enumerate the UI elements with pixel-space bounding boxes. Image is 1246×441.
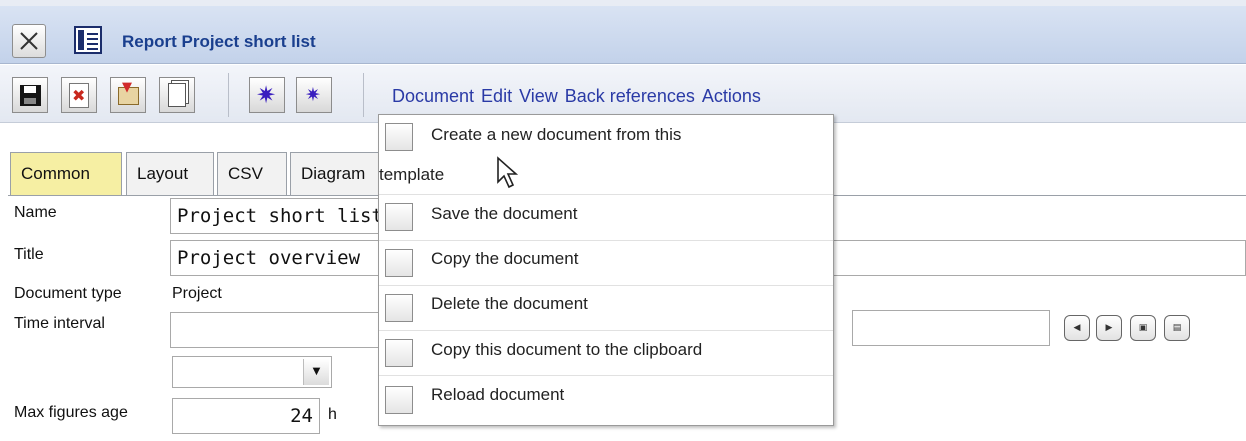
collapse-icon: ✷: [305, 84, 321, 106]
close-icon: [20, 32, 38, 50]
toolbar-separator: [363, 73, 364, 117]
close-button[interactable]: [12, 24, 46, 58]
menu-back-references[interactable]: Back references: [565, 86, 695, 106]
menu-item-copy[interactable]: Copy the document: [379, 241, 833, 286]
menu-item-label: Create a new document from this: [431, 125, 682, 144]
collapse-button[interactable]: ✷: [296, 77, 332, 113]
interval-select[interactable]: ▼: [172, 356, 332, 388]
window-title: Report Project short list: [122, 32, 316, 51]
time-interval-end-field[interactable]: [852, 310, 1050, 346]
calendar-range-button[interactable]: ▤: [1164, 315, 1190, 341]
calendar-icon: ▣: [1138, 323, 1148, 333]
menu-edit[interactable]: Edit: [481, 86, 512, 106]
menu-document[interactable]: Document: [392, 86, 474, 106]
mouse-cursor-icon: [497, 156, 519, 189]
time-interval-label: Time interval: [14, 315, 105, 332]
menu-view[interactable]: View: [519, 86, 558, 106]
chevron-down-icon: ▼: [303, 359, 329, 385]
save-icon: [385, 203, 413, 231]
menu-item-save[interactable]: Save the document: [379, 195, 833, 241]
title-label: Title: [14, 246, 44, 263]
tab-layout[interactable]: Layout: [126, 152, 214, 195]
tab-common[interactable]: Common: [10, 152, 122, 195]
copy-button[interactable]: [159, 77, 195, 113]
clipboard-icon: [118, 80, 139, 105]
next-button[interactable]: ▶: [1096, 315, 1122, 341]
menu-item-reload[interactable]: Reload document: [379, 376, 833, 425]
document-type-label: Document type: [14, 285, 122, 302]
tab-diagram[interactable]: Diagram: [290, 152, 390, 195]
max-figures-age-label: Max figures age: [14, 404, 128, 421]
delete-icon: [69, 83, 89, 108]
delete-icon: [385, 294, 413, 322]
menu-item-create-from-template[interactable]: Create a new document from this template: [379, 115, 833, 195]
menu-item-label: template: [379, 165, 449, 185]
reload-icon: [385, 386, 413, 414]
left-arrow-icon: ◀: [1073, 323, 1081, 333]
tab-csv[interactable]: CSV: [217, 152, 287, 195]
clipboard-button[interactable]: [110, 77, 146, 113]
document-type-value: Project: [172, 285, 222, 302]
menu-item-label: Copy the document: [431, 249, 579, 268]
time-interval-start-field[interactable]: [170, 312, 380, 348]
menu-item-delete[interactable]: Delete the document: [379, 286, 833, 331]
menu-bar: Document Edit View Back references Actions: [392, 86, 768, 107]
menu-item-label: Save the document: [431, 204, 578, 223]
clipboard-icon: [385, 339, 413, 367]
menu-item-label: Reload document: [431, 385, 565, 404]
menu-actions[interactable]: Actions: [702, 86, 761, 106]
menu-item-label: Copy this document to the clipboard: [431, 340, 703, 359]
calendar-button[interactable]: ▣: [1130, 315, 1156, 341]
report-icon: [74, 26, 102, 54]
calendar-range-icon: ▤: [1172, 323, 1182, 333]
name-field[interactable]: Project short list: [170, 198, 380, 234]
expand-icon: ✷: [256, 81, 277, 109]
max-figures-age-field[interactable]: 24: [172, 398, 320, 434]
name-label: Name: [14, 204, 57, 221]
copy-icon: [385, 249, 413, 277]
max-figures-age-unit: h: [328, 406, 337, 423]
delete-button[interactable]: [61, 77, 97, 113]
previous-button[interactable]: ◀: [1064, 315, 1090, 341]
template-icon: [385, 123, 413, 151]
menu-item-copy-to-clipboard[interactable]: Copy this document to the clipboard: [379, 331, 833, 376]
toolbar-separator: [228, 73, 229, 117]
save-button[interactable]: [12, 77, 48, 113]
menu-item-label: Delete the document: [431, 294, 588, 313]
copy-icon: [168, 83, 186, 107]
right-arrow-icon: ▶: [1105, 323, 1113, 333]
save-icon: [20, 85, 41, 106]
title-bar: Report Project short list: [0, 6, 1246, 64]
expand-button[interactable]: ✷: [249, 77, 285, 113]
document-menu: Create a new document from this template…: [378, 114, 834, 426]
